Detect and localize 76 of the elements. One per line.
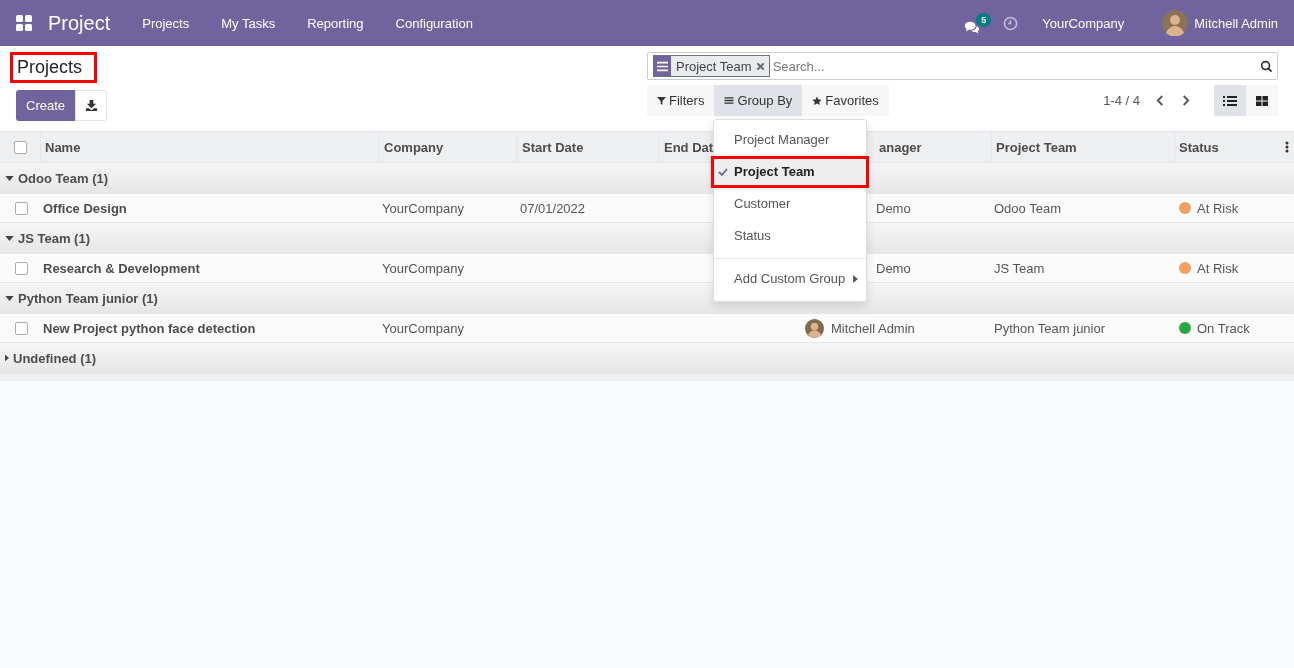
download-button[interactable] — [75, 90, 108, 121]
table-cell: Demo — [876, 260, 911, 276]
status-label: On Track — [1197, 320, 1250, 336]
search-facet[interactable]: Project Team — [653, 55, 770, 77]
filter-icon — [657, 96, 666, 105]
table-cell: New Project python face detection — [43, 320, 256, 336]
create-button[interactable]: Create — [16, 90, 76, 121]
row-checkbox[interactable] — [15, 321, 28, 335]
search-icon[interactable] — [1260, 59, 1273, 73]
row-checkbox[interactable] — [15, 261, 28, 275]
group-header[interactable]: Undefined (1) — [5, 350, 97, 366]
status-label: At Risk — [1197, 260, 1239, 276]
row-checkbox[interactable] — [15, 201, 28, 215]
company-switcher[interactable]: YourCompany — [1042, 15, 1125, 31]
column-header[interactable]: Start Date — [522, 139, 584, 155]
page-title: Projects — [10, 52, 98, 83]
column-header[interactable]: anager — [879, 139, 922, 155]
table-cell: Mitchell Admin — [831, 320, 915, 336]
add-custom-group-item[interactable]: Add Custom Group — [711, 263, 870, 295]
select-all-checkbox[interactable] — [13, 140, 27, 154]
menu-link[interactable]: Reporting — [307, 15, 364, 31]
dropdown-item[interactable]: Status — [711, 220, 870, 252]
menu-icon — [724, 96, 735, 105]
dropdown-item[interactable]: Project Team — [711, 156, 870, 188]
table-cell: Research & Development — [43, 260, 200, 276]
facet-label: Project Team — [675, 58, 753, 74]
search-field[interactable]: Project Team Search... — [647, 52, 1278, 80]
search-option-button[interactable]: Filters — [647, 85, 715, 116]
group-header[interactable]: JS Team (1) — [5, 230, 90, 246]
table-cell: 07/01/2022 — [520, 200, 586, 216]
search-option-button[interactable]: Favorites — [802, 85, 889, 116]
pager-value: 1-4 / 4 — [1103, 93, 1140, 108]
table-cell: Python Team junior — [994, 320, 1106, 336]
list-view-button[interactable] — [1214, 85, 1246, 116]
dropdown-item[interactable]: Customer — [711, 188, 870, 220]
download-icon — [84, 99, 98, 112]
table-cell: Office Design — [43, 200, 127, 216]
message-count-badge: 5 — [976, 12, 992, 27]
grid-icon — [1256, 95, 1268, 106]
chat-icon[interactable] — [964, 20, 981, 34]
optional-columns-icon[interactable] — [1285, 141, 1289, 153]
column-header[interactable]: Status — [1179, 139, 1219, 155]
table-cell: Demo — [876, 200, 911, 216]
star-icon — [812, 95, 823, 106]
table-cell: JS Team — [994, 260, 1045, 276]
table-cell: Odoo Team — [994, 200, 1061, 216]
apps-menu-icon[interactable] — [16, 15, 32, 31]
user-menu[interactable]: Mitchell Admin — [1194, 15, 1278, 31]
table-cell: YourCompany — [382, 320, 464, 336]
check-icon — [718, 167, 728, 177]
caret-icon — [5, 235, 14, 241]
table-cell: YourCompany — [382, 200, 464, 216]
menu-link[interactable]: Projects — [142, 15, 190, 31]
group-by-icon — [654, 56, 671, 76]
caret-icon — [853, 275, 859, 283]
user-avatar[interactable] — [1162, 10, 1189, 36]
table-cell: YourCompany — [382, 260, 464, 276]
caret-icon — [5, 295, 14, 301]
caret-icon — [5, 354, 9, 362]
list-icon — [1223, 95, 1237, 106]
close-icon[interactable] — [755, 61, 765, 71]
column-header[interactable]: Name — [45, 139, 81, 155]
group-header[interactable]: Python Team junior (1) — [5, 290, 158, 306]
status-label: At Risk — [1197, 200, 1239, 216]
app-name[interactable]: Project — [48, 11, 111, 35]
caret-icon — [5, 175, 14, 181]
column-header[interactable]: Company — [384, 139, 444, 155]
column-header[interactable]: Project Team — [996, 139, 1077, 155]
search-option-button[interactable]: Group By — [714, 85, 803, 116]
next-page-icon[interactable] — [1181, 94, 1190, 107]
group-header[interactable]: Odoo Team (1) — [5, 170, 109, 186]
column-header[interactable]: End Dat — [664, 139, 714, 155]
menu-link[interactable]: Configuration — [395, 15, 473, 31]
clock-icon[interactable] — [1003, 15, 1019, 31]
menu-link[interactable]: My Tasks — [221, 15, 276, 31]
previous-page-icon[interactable] — [1156, 94, 1165, 107]
